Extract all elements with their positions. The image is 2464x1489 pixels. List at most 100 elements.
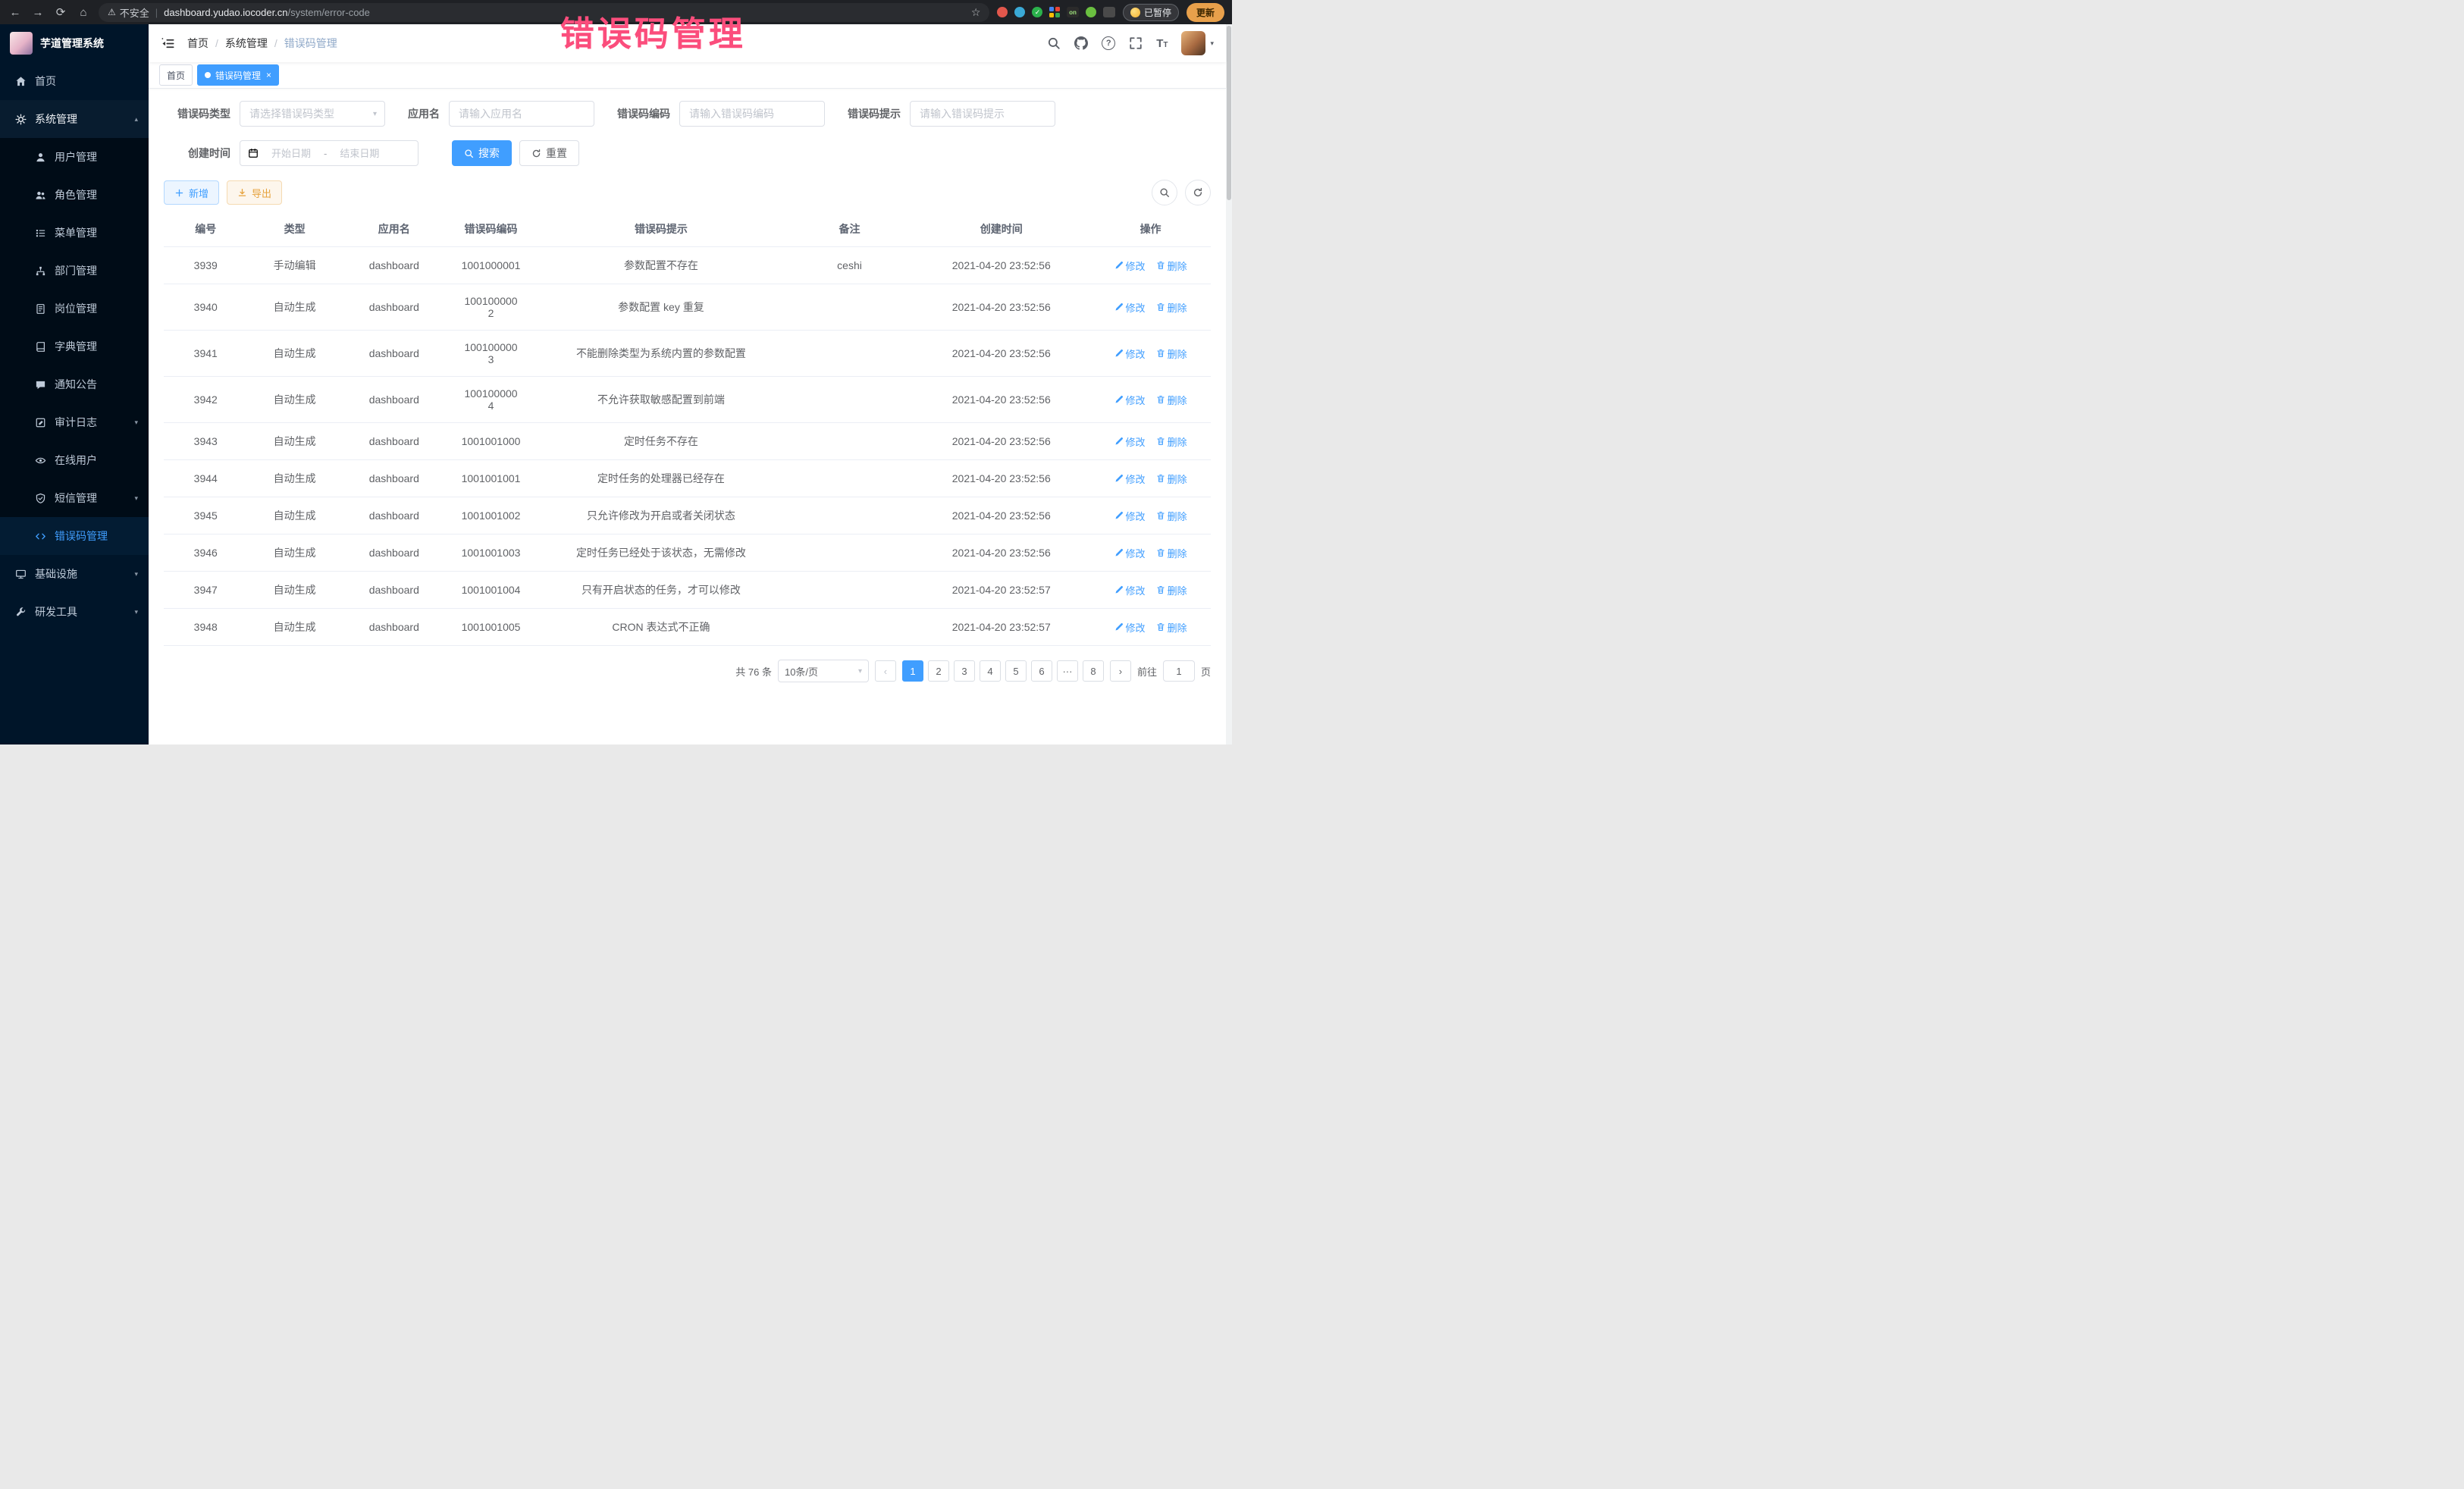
sidebar-item-notice[interactable]: 通知公告 <box>0 365 149 403</box>
total-count: 共 76 条 <box>735 664 772 679</box>
error-code-input[interactable] <box>679 101 825 127</box>
sidebar-item-dept[interactable]: 部门管理 <box>0 252 149 290</box>
edit-label: 修改 <box>1126 546 1146 560</box>
sidebar-item-dict[interactable]: 字典管理 <box>0 328 149 365</box>
green-check-extension-icon[interactable]: ✓ <box>1032 7 1042 17</box>
sidebar-item-home[interactable]: 首页 <box>0 62 149 100</box>
export-button[interactable]: 导出 <box>227 180 282 205</box>
scrollbar[interactable] <box>1226 24 1232 744</box>
browser-update-button[interactable]: 更新 <box>1187 3 1224 22</box>
sidebar-item-menu[interactable]: 菜单管理 <box>0 214 149 252</box>
reset-button[interactable]: 重置 <box>519 140 579 166</box>
paused-extension-chip[interactable]: 已暂停 <box>1123 4 1179 21</box>
delete-link[interactable]: 删除 <box>1156 583 1187 597</box>
on-badge-extension-icon[interactable]: on <box>1067 7 1079 17</box>
delete-link[interactable]: 删除 <box>1156 434 1187 449</box>
sidebar-item-label: 部门管理 <box>55 263 97 278</box>
refresh-table-button[interactable] <box>1185 180 1211 205</box>
delete-link[interactable]: 删除 <box>1156 472 1187 486</box>
toggle-search-button[interactable] <box>1152 180 1177 205</box>
address-bar[interactable]: ⚠ 不安全 | dashboard.yudao.iocoder.cn/syste… <box>99 3 989 22</box>
sidebar-toggle-icon[interactable] <box>161 36 175 51</box>
sidebar-item-error-code[interactable]: 错误码管理 <box>0 517 149 555</box>
edit-link[interactable]: 修改 <box>1114 434 1146 449</box>
delete-label: 删除 <box>1168 300 1187 315</box>
prev-page-button[interactable]: ‹ <box>875 660 896 682</box>
page-8-button[interactable]: 8 <box>1083 660 1104 682</box>
app-logo[interactable]: 芋道管理系统 <box>0 24 149 62</box>
error-code-type-select[interactable]: 请选择错误码类型▾ <box>240 101 385 127</box>
page-size-select[interactable]: 10条/页 ▾ <box>778 660 869 682</box>
scrollbar-thumb[interactable] <box>1227 26 1231 200</box>
avatar[interactable] <box>1181 31 1205 55</box>
sidebar-item-audit-log[interactable]: 审计日志▾ <box>0 403 149 441</box>
sidebar-item-devtool[interactable]: 研发工具▾ <box>0 593 149 631</box>
edit-link[interactable]: 修改 <box>1114 620 1146 635</box>
search-icon[interactable] <box>1047 36 1061 50</box>
date-end-input[interactable] <box>332 148 387 159</box>
red-extension-icon[interactable] <box>997 7 1008 17</box>
sidebar-item-system[interactable]: 系统管理▴ <box>0 100 149 138</box>
edit-link[interactable]: 修改 <box>1114 259 1146 273</box>
next-page-button[interactable]: › <box>1110 660 1131 682</box>
sidebar-item-sms[interactable]: 短信管理▾ <box>0 479 149 517</box>
delete-link[interactable]: 删除 <box>1156 346 1187 361</box>
fullscreen-icon[interactable] <box>1129 36 1143 50</box>
user-menu[interactable]: ▾ <box>1181 31 1214 55</box>
font-size-icon[interactable]: TT <box>1156 37 1168 50</box>
github-icon[interactable] <box>1074 36 1088 50</box>
edit-link[interactable]: 修改 <box>1114 393 1146 407</box>
page-5-button[interactable]: 5 <box>1005 660 1027 682</box>
page-2-button[interactable]: 2 <box>928 660 949 682</box>
grid-extension-icon[interactable] <box>1049 7 1060 17</box>
code-icon <box>35 531 46 542</box>
edit-link[interactable]: 修改 <box>1114 346 1146 361</box>
sidebar-item-post[interactable]: 岗位管理 <box>0 290 149 328</box>
forward-icon[interactable]: → <box>30 6 45 19</box>
home-icon[interactable]: ⌂ <box>76 6 91 19</box>
tag-label: 错误码管理 <box>215 69 261 82</box>
delete-link[interactable]: 删除 <box>1156 620 1187 635</box>
tab-home[interactable]: 首页 <box>159 64 193 86</box>
back-icon[interactable]: ← <box>8 6 23 19</box>
edit-link[interactable]: 修改 <box>1114 472 1146 486</box>
edit-link[interactable]: 修改 <box>1114 509 1146 523</box>
breadcrumb-system[interactable]: 系统管理 <box>225 36 268 51</box>
delete-link[interactable]: 删除 <box>1156 509 1187 523</box>
date-start-input[interactable] <box>264 148 318 159</box>
sidebar-item-infra[interactable]: 基础设施▾ <box>0 555 149 593</box>
drop-extension-icon[interactable] <box>1014 7 1025 17</box>
delete-link[interactable]: 删除 <box>1156 259 1187 273</box>
delete-link[interactable]: 删除 <box>1156 300 1187 315</box>
edit-link[interactable]: 修改 <box>1114 583 1146 597</box>
leaf-extension-icon[interactable] <box>1086 7 1096 17</box>
security-indicator[interactable]: ⚠ 不安全 <box>108 5 149 20</box>
more-pages-button[interactable]: ··· <box>1057 660 1078 682</box>
breadcrumb-home[interactable]: 首页 <box>187 36 208 51</box>
close-icon[interactable]: × <box>266 70 271 80</box>
help-icon[interactable]: ? <box>1102 36 1115 50</box>
bookmark-star-icon[interactable]: ☆ <box>971 6 981 19</box>
page-6-button[interactable]: 6 <box>1031 660 1052 682</box>
cell-remark <box>787 423 913 460</box>
sidebar-item-online-user[interactable]: 在线用户 <box>0 441 149 479</box>
date-range-picker[interactable]: - <box>240 140 419 166</box>
page-4-button[interactable]: 4 <box>980 660 1001 682</box>
search-button[interactable]: 搜索 <box>452 140 512 166</box>
refresh-icon[interactable]: ⟳ <box>53 5 68 19</box>
error-hint-input[interactable] <box>910 101 1055 127</box>
app-name-input[interactable] <box>449 101 594 127</box>
page-1-button[interactable]: 1 <box>902 660 923 682</box>
puzzle-extension-icon[interactable] <box>1103 7 1115 17</box>
page-3-button[interactable]: 3 <box>954 660 975 682</box>
add-button[interactable]: 新增 <box>164 180 219 205</box>
delete-link[interactable]: 删除 <box>1156 393 1187 407</box>
goto-page-input[interactable] <box>1163 660 1195 682</box>
edit-link[interactable]: 修改 <box>1114 546 1146 560</box>
sidebar-item-role[interactable]: 角色管理 <box>0 176 149 214</box>
delete-link[interactable]: 删除 <box>1156 546 1187 560</box>
tab-error-code[interactable]: 错误码管理 × <box>197 64 279 86</box>
sidebar-item-user[interactable]: 用户管理 <box>0 138 149 176</box>
edit-link[interactable]: 修改 <box>1114 300 1146 315</box>
breadcrumb-current: 错误码管理 <box>284 36 337 51</box>
